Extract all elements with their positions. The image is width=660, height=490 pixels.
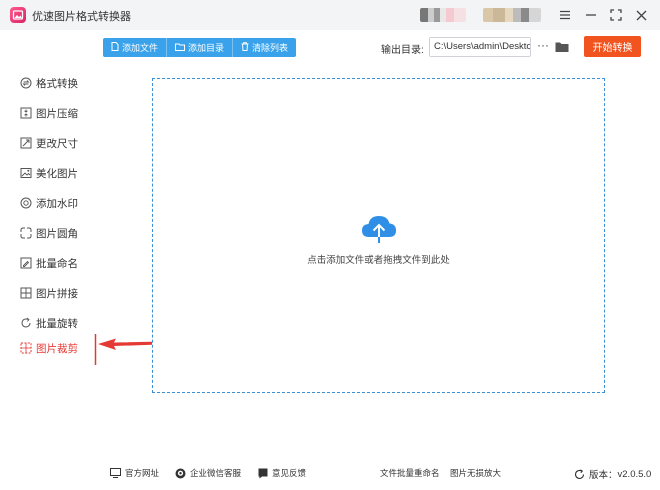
add-file-button[interactable]: 添加文件	[103, 38, 166, 57]
file-drop-zone[interactable]: 点击添加文件或者拖拽文件到此处	[152, 78, 605, 393]
start-convert-button[interactable]: 开始转换	[584, 36, 641, 57]
minimize-icon[interactable]	[582, 6, 600, 24]
version-label: 版本：	[589, 470, 618, 481]
browse-more-button[interactable]: ···	[536, 38, 550, 56]
app-title: 优速图片格式转换器	[32, 11, 131, 23]
sidebar-item-watermark[interactable]: 添加水印	[20, 194, 78, 212]
toolbar-button-group: 添加文件 添加目录 清除列表	[103, 38, 297, 57]
trash-icon	[241, 42, 249, 53]
compress-icon	[20, 107, 32, 119]
sidebar-item-label: 图片压缩	[36, 107, 78, 120]
beautify-icon	[20, 167, 32, 179]
lossless-zoom-link[interactable]: 图片无损放大	[450, 467, 501, 479]
folder-icon	[175, 43, 186, 53]
open-folder-icon[interactable]	[555, 40, 569, 54]
file-icon	[111, 42, 119, 53]
resize-icon	[20, 137, 32, 149]
refresh-icon[interactable]	[574, 468, 585, 480]
sidebar-item-label: 添加水印	[36, 197, 78, 210]
round-corner-icon	[20, 227, 32, 239]
stitch-icon	[20, 287, 32, 299]
output-directory-field[interactable]: C:\Users\admin\Deskto	[429, 37, 531, 57]
cloud-upload-icon	[362, 216, 396, 243]
lossless-zoom-label: 图片无损放大	[450, 468, 502, 478]
footer-bar: 官方网址 企业微信客服 意见反馈 文件批量重命名 图片无损放大 版本： v2.0…	[0, 462, 660, 486]
sidebar-item-label: 批量旋转	[36, 317, 78, 330]
sidebar-item-label: 图片裁剪	[36, 342, 78, 355]
sidebar-item-stitch[interactable]: 图片拼接	[20, 284, 78, 302]
sidebar-item-label: 更改尺寸	[36, 137, 78, 150]
feedback-link[interactable]: 意见反馈	[257, 467, 306, 479]
sidebar-item-label: 格式转换	[36, 77, 78, 90]
version-number: v2.0.5.0	[617, 468, 652, 480]
clear-list-button[interactable]: 清除列表	[232, 38, 296, 57]
clear-list-label: 清除列表	[252, 43, 289, 53]
official-website-link[interactable]: 官方网址	[110, 467, 159, 479]
sidebar-item-label: 图片圆角	[36, 227, 78, 240]
website-icon	[110, 468, 121, 479]
feedback-icon	[257, 468, 268, 479]
sidebar-item-label: 图片拼接	[36, 287, 78, 300]
feedback-label: 意见反馈	[272, 468, 307, 478]
dropzone-hint: 点击添加文件或者拖拽文件到此处	[307, 255, 450, 266]
user-info-blurred[interactable]	[483, 8, 541, 22]
user-avatar-blurred[interactable]	[420, 8, 466, 22]
sidebar-item-round-corner[interactable]: 图片圆角	[20, 224, 78, 242]
add-file-label: 添加文件	[122, 43, 159, 53]
format-convert-icon	[20, 77, 32, 89]
rename-icon	[20, 257, 32, 269]
app-logo-icon	[10, 7, 26, 23]
add-directory-button[interactable]: 添加目录	[166, 38, 232, 57]
close-icon[interactable]	[632, 6, 650, 24]
sidebar-item-beautify[interactable]: 美化图片	[20, 164, 78, 182]
crop-icon	[20, 342, 32, 354]
sidebar-item-label: 美化图片	[36, 167, 78, 180]
maximize-icon[interactable]	[607, 6, 625, 24]
add-directory-label: 添加目录	[188, 43, 225, 53]
official-website-label: 官方网址	[125, 468, 160, 478]
sidebar-item-resize[interactable]: 更改尺寸	[20, 134, 78, 152]
rotate-icon	[20, 317, 32, 329]
menu-icon[interactable]	[556, 6, 574, 24]
wechat-icon	[175, 468, 186, 479]
batch-rename-link[interactable]: 文件批量重命名	[380, 467, 440, 479]
batch-rename-label: 文件批量重命名	[380, 468, 440, 478]
sidebar-item-label: 批量命名	[36, 257, 78, 270]
wechat-support-label: 企业微信客服	[190, 468, 242, 478]
output-directory-label: 输出目录:	[381, 45, 424, 56]
title-bar: 优速图片格式转换器	[0, 0, 660, 30]
sidebar-item-rotate[interactable]: 批量旋转	[20, 314, 78, 332]
wechat-support-link[interactable]: 企业微信客服	[175, 467, 241, 479]
version-info: 版本： v2.0.5.0	[574, 467, 651, 481]
sidebar-item-crop[interactable]: 图片裁剪	[20, 339, 78, 357]
sidebar-item-compress[interactable]: 图片压缩	[20, 104, 78, 122]
app-window: 优速图片格式转换器 添加文件 添加目录 清除列表 输出目录: C:\Users\…	[0, 0, 660, 490]
watermark-icon	[20, 197, 32, 209]
sidebar-item-format-convert[interactable]: 格式转换	[20, 74, 78, 92]
sidebar-item-rename[interactable]: 批量命名	[20, 254, 78, 272]
